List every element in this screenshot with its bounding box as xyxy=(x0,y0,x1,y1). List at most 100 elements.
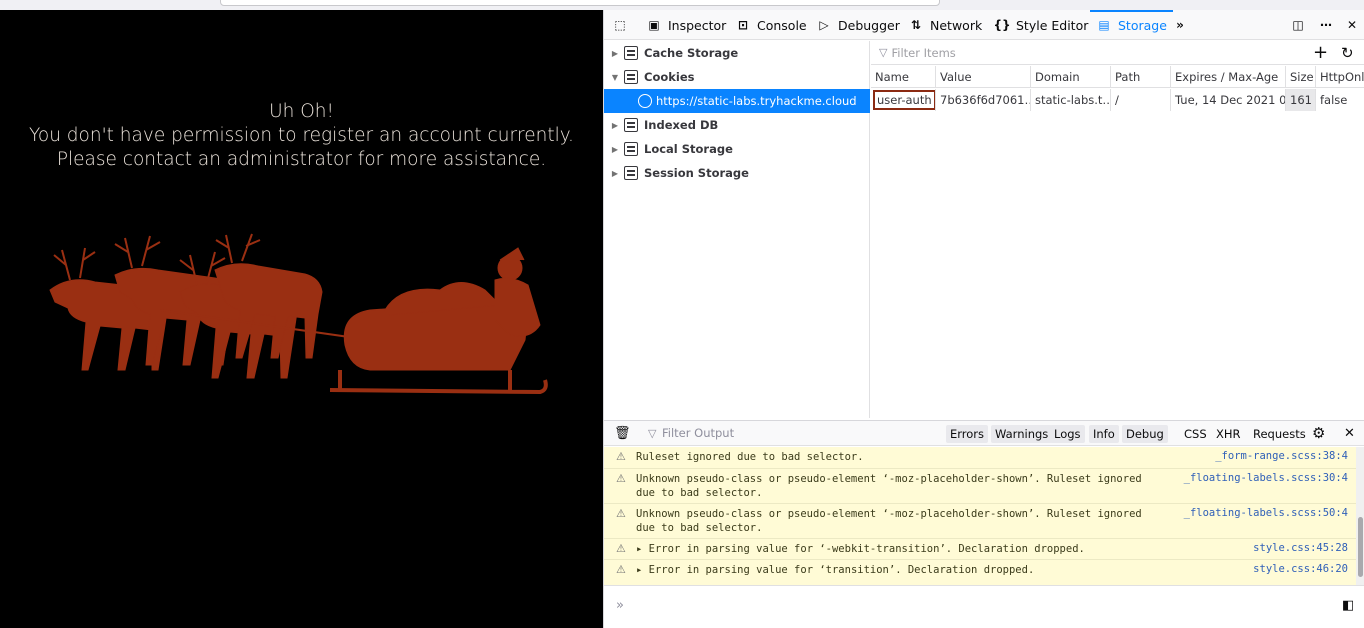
filter-debug-button[interactable]: Debug xyxy=(1122,425,1168,443)
filter-errors-button[interactable]: Errors xyxy=(946,425,989,443)
table-cell-path[interactable]: / xyxy=(1111,89,1171,111)
col-header-size[interactable]: Size xyxy=(1286,66,1316,88)
more-tools-button[interactable]: » xyxy=(1172,10,1188,40)
permission-message: Uh Oh! You don't have permission to regi… xyxy=(0,100,603,172)
close-devtools-button[interactable]: ✕ xyxy=(1344,10,1360,40)
message-source-link[interactable]: style.css:46:20 xyxy=(1253,563,1348,575)
url-bar[interactable] xyxy=(220,0,940,6)
filter-output-input[interactable]: Filter Output xyxy=(662,426,734,440)
col-header-path[interactable]: Path xyxy=(1111,66,1171,88)
message-line-2: You don't have permission to register an… xyxy=(29,125,574,146)
database-icon xyxy=(624,46,638,60)
tab-style-editor[interactable]: {} Style Editor xyxy=(993,10,1089,40)
split-console-icon[interactable]: ◧ xyxy=(1342,598,1354,613)
filter-items-bar[interactable]: ▽ Filter Items + ↻ xyxy=(871,41,1364,65)
tab-label: Inspector xyxy=(668,17,727,33)
table-cell-name[interactable]: user-auth xyxy=(871,89,936,111)
filter-icon: ▽ xyxy=(879,46,888,59)
tab-label: Network xyxy=(930,17,983,33)
collapse-arrow-icon: ▼ xyxy=(611,72,619,82)
chevron-double-right-icon: » xyxy=(1176,18,1184,32)
tab-console[interactable]: ⊡ Console xyxy=(735,10,807,40)
table-cell-value[interactable]: 7b636f6d7061… xyxy=(936,89,1031,111)
tree-item-indexed-db[interactable]: ▶ Indexed DB xyxy=(604,113,870,137)
menu-button[interactable]: ⋯ xyxy=(1318,10,1334,40)
tab-label: Style Editor xyxy=(1016,17,1089,33)
col-header-httponly[interactable]: HttpOnly xyxy=(1316,66,1364,88)
filter-logs-button[interactable]: Logs xyxy=(1050,425,1085,443)
tree-label: Local Storage xyxy=(644,142,733,156)
tab-label: Debugger xyxy=(838,17,900,33)
tab-debugger[interactable]: ▷ Debugger xyxy=(816,10,900,40)
console-message[interactable]: ⚠ ▸ Error in parsing value for ‘-webkit-… xyxy=(604,539,1356,560)
filter-xhr-button[interactable]: XHR xyxy=(1212,425,1245,443)
warning-icon: ⚠ xyxy=(616,507,626,520)
message-source-link[interactable]: style.css:45:28 xyxy=(1253,542,1348,554)
console-scrollbar[interactable] xyxy=(1356,447,1364,585)
devtools-toolbar: ⬚ ▣ Inspector ⊡ Console ▷ Debugger ⇅ Net… xyxy=(604,10,1364,40)
tab-inspector[interactable]: ▣ Inspector xyxy=(646,10,726,40)
database-icon xyxy=(624,142,638,156)
message-text-content: Error in parsing value for ‘transition’.… xyxy=(648,564,1035,576)
message-source-link[interactable]: _form-range.scss:38:4 xyxy=(1215,450,1348,462)
console-message[interactable]: ⚠ ▸ Error in parsing value for ‘transiti… xyxy=(604,560,1356,585)
tree-item-cookies[interactable]: ▼ Cookies xyxy=(604,65,870,89)
tree-label: Indexed DB xyxy=(644,118,719,132)
tree-item-session-storage[interactable]: ▶ Session Storage xyxy=(604,161,870,185)
console-message[interactable]: ⚠ Unknown pseudo-class or pseudo-element… xyxy=(604,469,1356,504)
tree-label: Session Storage xyxy=(644,166,749,180)
console-message[interactable]: ⚠ Unknown pseudo-class or pseudo-element… xyxy=(604,504,1356,539)
message-source-link[interactable]: _floating-labels.scss:30:4 xyxy=(1184,472,1348,484)
warning-icon: ⚠ xyxy=(616,450,626,463)
filter-requests-button[interactable]: Requests xyxy=(1249,425,1310,443)
gear-icon[interactable]: ⚙ xyxy=(1312,424,1325,442)
col-header-domain[interactable]: Domain xyxy=(1031,66,1111,88)
network-icon: ⇅ xyxy=(910,18,922,32)
tree-label: https://static-labs.tryhackme.cloud xyxy=(656,94,857,108)
element-picker-button[interactable]: ⬚ xyxy=(612,10,628,40)
filter-warnings-button[interactable]: Warnings xyxy=(991,425,1053,443)
table-cell-size[interactable]: 161 xyxy=(1286,89,1316,111)
message-source-link[interactable]: _floating-labels.scss:50:4 xyxy=(1184,507,1348,519)
add-item-button[interactable]: + xyxy=(1313,42,1328,63)
filter-info-button[interactable]: Info xyxy=(1089,425,1119,443)
expand-arrow-icon[interactable]: ▸ xyxy=(636,564,642,576)
tab-storage[interactable]: ▤ Storage xyxy=(1090,10,1173,40)
close-icon[interactable]: ✕ xyxy=(1344,426,1355,441)
tab-network[interactable]: ⇅ Network xyxy=(908,10,982,40)
col-header-expires[interactable]: Expires / Max-Age xyxy=(1171,66,1286,88)
filter-css-button[interactable]: CSS xyxy=(1180,425,1211,443)
console-toolbar: 🗑 ▽ Filter Output Errors Warnings Logs I… xyxy=(604,420,1364,446)
col-header-value[interactable]: Value xyxy=(936,66,1031,88)
tree-label: Cache Storage xyxy=(644,46,739,60)
expand-arrow-icon: ▶ xyxy=(611,144,619,154)
prompt-chevron-icon: » xyxy=(616,598,624,613)
santa xyxy=(494,247,541,337)
debugger-icon: ▷ xyxy=(819,18,829,32)
tab-label: Storage xyxy=(1118,17,1167,33)
expand-arrow-icon: ▶ xyxy=(611,120,619,130)
refresh-icon[interactable]: ↻ xyxy=(1341,44,1354,62)
browser-url-strip xyxy=(0,0,1364,10)
console-message[interactable]: ⚠ Ruleset ignored due to bad selector. _… xyxy=(604,447,1356,469)
message-line-3: Please contact an administrator for more… xyxy=(56,149,547,170)
tree-item-cache-storage[interactable]: ▶ Cache Storage xyxy=(604,41,870,65)
globe-icon xyxy=(638,94,652,108)
tree-item-cookie-host[interactable]: https://static-labs.tryhackme.cloud xyxy=(604,89,870,113)
table-cell-domain[interactable]: static-labs.t… xyxy=(1031,89,1111,111)
scrollbar-thumb[interactable] xyxy=(1358,517,1363,577)
inspector-icon: ▣ xyxy=(648,18,660,32)
santa-sleigh-illustration xyxy=(49,233,548,395)
trash-icon[interactable]: 🗑 xyxy=(614,426,631,441)
storage-icon: ▤ xyxy=(1098,18,1110,32)
database-icon xyxy=(624,70,638,84)
console-input[interactable]: » ◧ xyxy=(604,585,1364,628)
cookie-name[interactable]: user-auth xyxy=(873,90,935,110)
expand-arrow-icon[interactable]: ▸ xyxy=(636,543,642,555)
table-cell-httponly[interactable]: false xyxy=(1316,89,1364,111)
table-cell-expires[interactable]: Tue, 14 Dec 2021 0… xyxy=(1171,89,1286,111)
dock-button[interactable]: ◫ xyxy=(1290,10,1306,40)
tree-item-local-storage[interactable]: ▶ Local Storage xyxy=(604,137,870,161)
col-header-name[interactable]: Name xyxy=(871,66,936,88)
filter-items-input[interactable]: Filter Items xyxy=(891,46,955,60)
